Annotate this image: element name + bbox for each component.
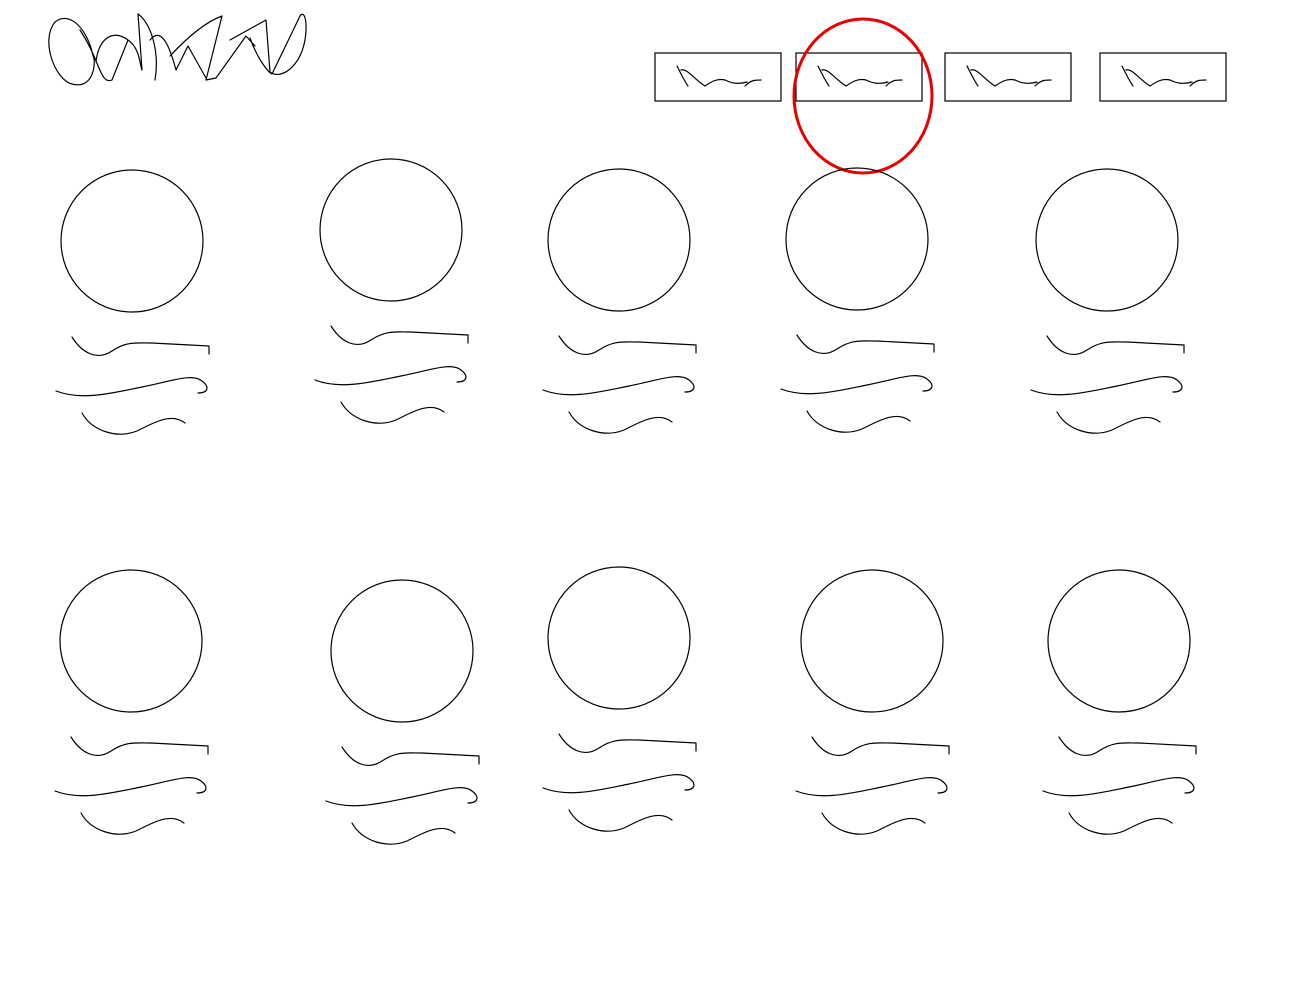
card-text-line-1 — [330, 325, 469, 345]
scribble-logo[interactable] — [48, 13, 307, 86]
card-text-line-3 — [1056, 411, 1161, 434]
card-r1-c2[interactable] — [314, 158, 469, 424]
card-text-line-1 — [70, 736, 209, 756]
card-r2-c5[interactable] — [1042, 569, 1197, 835]
circle-avatar-icon — [330, 579, 474, 723]
card-r2-c2[interactable] — [325, 579, 480, 845]
tab-frame — [1099, 52, 1227, 102]
card-text-line-3 — [81, 412, 186, 435]
card-text-line-2 — [1042, 777, 1195, 797]
tab-1[interactable] — [654, 52, 782, 102]
card-text-line-2 — [325, 787, 478, 807]
card-text-line-3 — [806, 410, 911, 433]
card-text-line-1 — [796, 334, 935, 354]
card-text-line-1 — [558, 335, 697, 355]
card-text-line-3 — [568, 809, 673, 832]
card-r1-c3[interactable] — [542, 168, 697, 434]
circle-avatar-icon — [1035, 168, 1179, 312]
card-text-line-1 — [811, 736, 950, 756]
card-r1-c1[interactable] — [55, 169, 210, 435]
tab-bar — [654, 17, 1227, 175]
circle-avatar-icon — [60, 169, 204, 313]
card-text-line-3 — [1068, 812, 1173, 835]
card-text-line-2 — [1030, 376, 1183, 396]
tab-frame — [654, 52, 782, 102]
card-text-line-3 — [351, 822, 456, 845]
card-text-line-2 — [795, 777, 948, 797]
card-r1-c5[interactable] — [1030, 168, 1185, 434]
card-text-line-3 — [80, 812, 185, 835]
card-r2-c3[interactable] — [542, 566, 697, 832]
tab-frame — [944, 52, 1072, 102]
tab-4[interactable] — [1099, 52, 1227, 102]
circle-avatar-icon — [59, 569, 203, 713]
circle-avatar-icon — [785, 167, 929, 311]
circle-avatar-icon — [800, 569, 944, 713]
tab-3[interactable] — [944, 52, 1072, 102]
card-text-line-2 — [54, 777, 207, 797]
tab-frame — [795, 52, 923, 102]
card-r2-c4[interactable] — [795, 569, 950, 835]
card-text-line-1 — [341, 746, 480, 766]
card-text-line-3 — [340, 401, 445, 424]
card-text-line-2 — [542, 774, 695, 794]
card-text-line-2 — [55, 377, 208, 397]
card-text-line-2 — [314, 366, 467, 386]
card-text-line-1 — [1058, 736, 1197, 756]
circle-avatar-icon — [1047, 569, 1191, 713]
circle-avatar-icon — [547, 566, 691, 710]
card-text-line-1 — [71, 336, 210, 356]
circle-avatar-icon — [547, 168, 691, 312]
card-text-line-2 — [780, 375, 933, 395]
card-text-line-3 — [568, 411, 673, 434]
card-text-line-2 — [542, 376, 695, 396]
tab-2[interactable] — [792, 17, 934, 175]
card-text-line-1 — [1046, 335, 1185, 355]
circle-avatar-icon — [319, 158, 463, 302]
scribble-logo-icon — [48, 13, 307, 86]
card-grid — [54, 158, 1197, 845]
card-r2-c1[interactable] — [54, 569, 209, 835]
card-r1-c4[interactable] — [780, 167, 935, 433]
sketch-canvas — [48, 13, 1227, 845]
card-text-line-1 — [558, 733, 697, 753]
card-text-line-3 — [821, 812, 926, 835]
